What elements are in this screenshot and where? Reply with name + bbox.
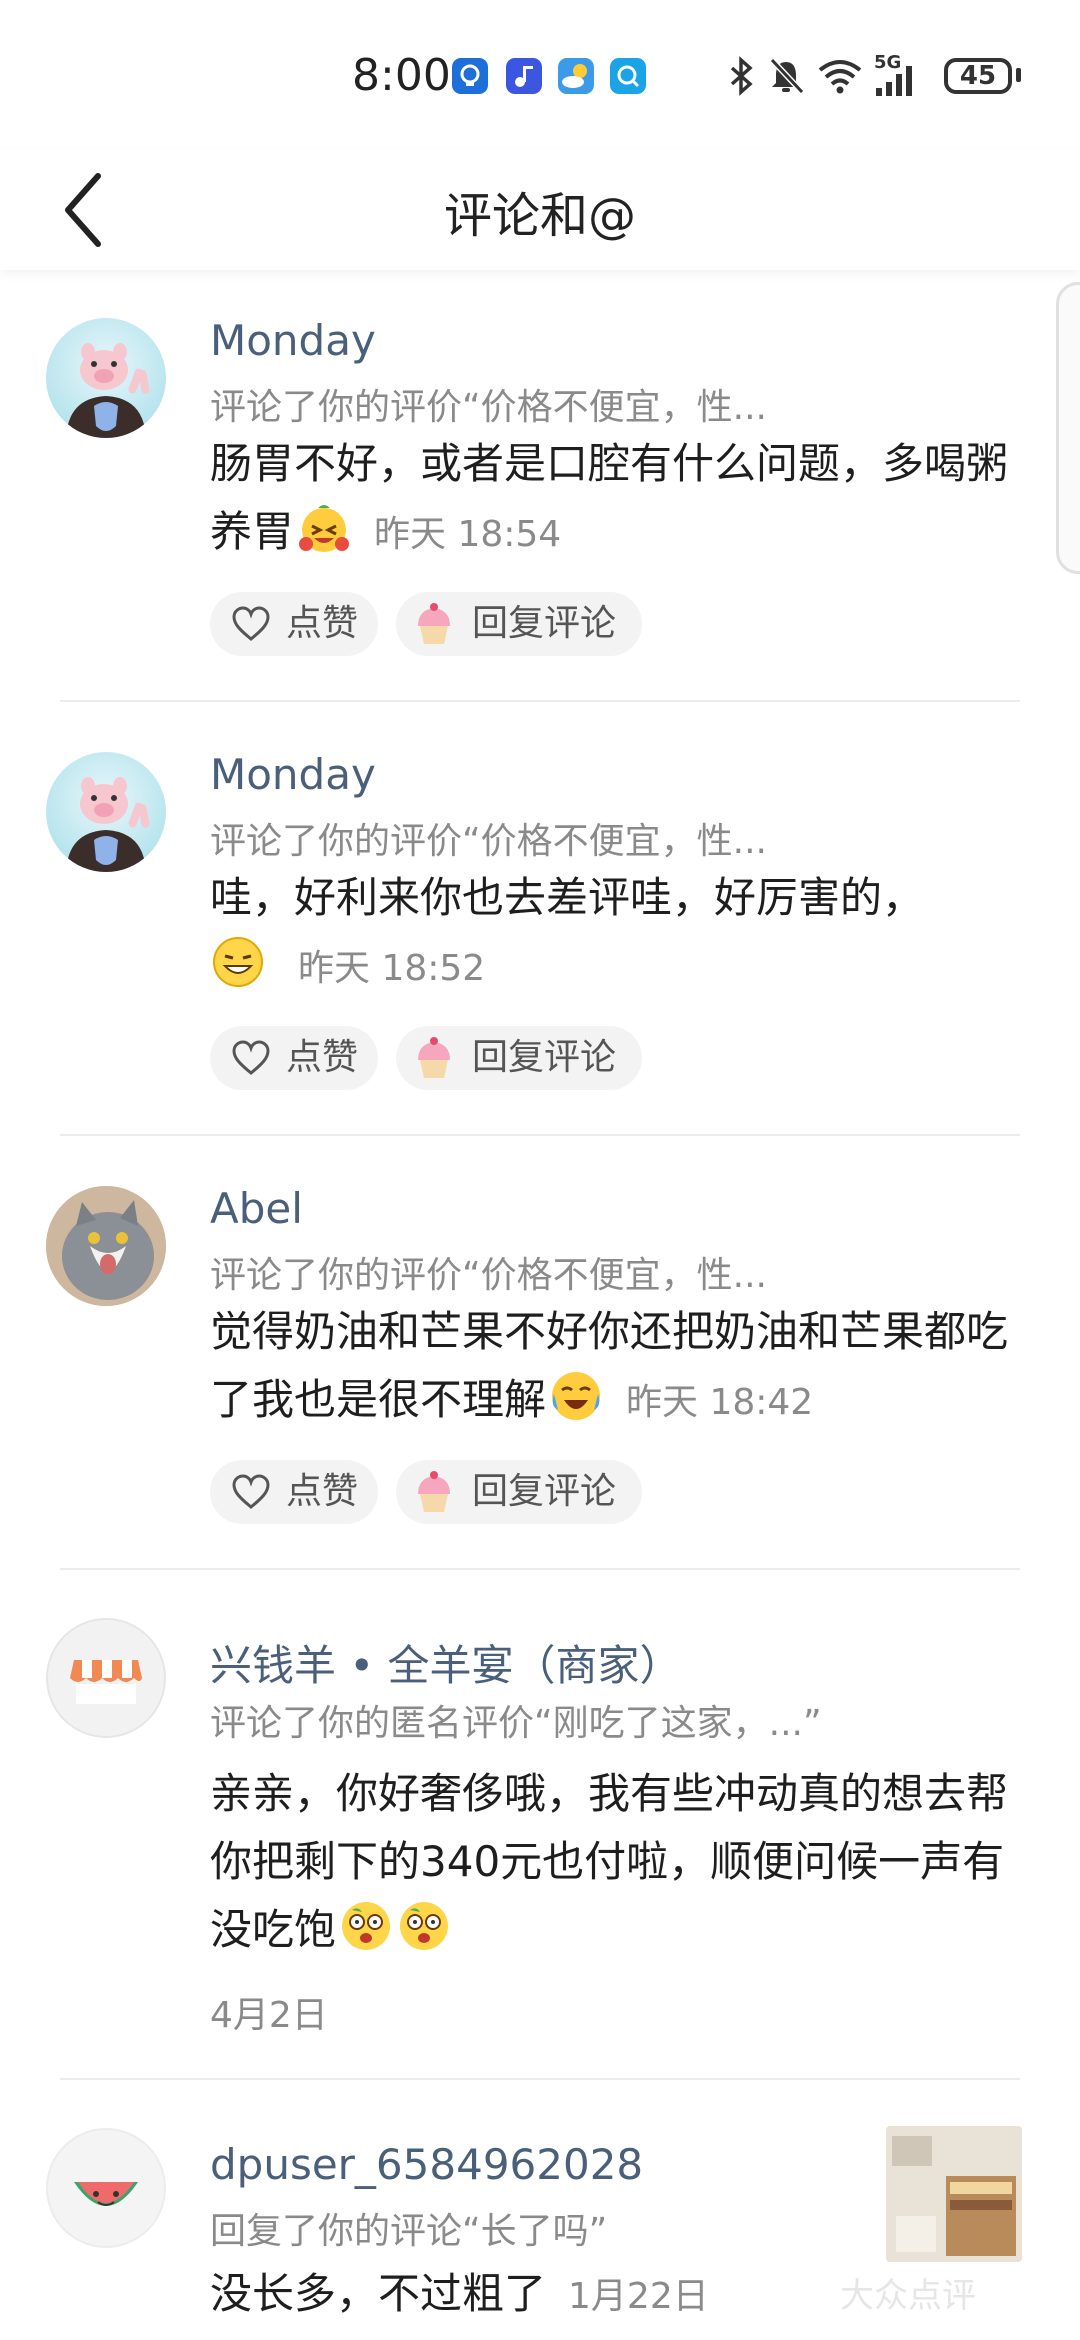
reply-button[interactable]: 回复评论	[396, 592, 642, 656]
divider	[60, 1568, 1020, 1570]
like-button[interactable]: 点赞	[210, 592, 378, 656]
author-name[interactable]: 兴钱羊 • 全羊宴（商家）	[210, 1632, 681, 1693]
signal-icon	[876, 66, 912, 96]
reply-label: 回复评论	[472, 603, 617, 644]
status-time: 8:00	[352, 50, 451, 101]
like-button[interactable]: 点赞	[210, 1460, 378, 1524]
comment-time: 昨天 18:54	[374, 514, 562, 555]
avatar[interactable]	[46, 1186, 166, 1306]
reply-label: 回复评论	[472, 1471, 617, 1512]
comment-text-block: 亲亲，你好奢侈哦，我有些冲动真的想去帮你把剩下的340元也付啦，顺便问候一声有没…	[210, 1760, 1030, 1964]
comment-time: 昨天 18:42	[626, 1382, 814, 1423]
wifi-icon	[818, 60, 862, 94]
shocked-emoji	[400, 1902, 449, 1950]
author-name[interactable]: Monday	[210, 750, 376, 799]
comment-text: 没长多，不过粗了	[210, 2269, 547, 2318]
avatar[interactable]	[46, 1618, 166, 1738]
like-label: 点赞	[286, 1471, 359, 1512]
watermark: 大众点评	[840, 2276, 976, 2316]
laughing-emoji	[299, 505, 350, 552]
bluetooth-icon	[730, 56, 753, 96]
comment-text: 觉得奶油和芒果不好你还把奶油和芒果都吃了我也是很不理解	[210, 1307, 1009, 1424]
crying-laugh-emoji	[552, 1372, 601, 1420]
avatar[interactable]	[46, 2128, 166, 2248]
review-thumbnail[interactable]	[886, 2126, 1022, 2262]
avatar[interactable]	[46, 752, 166, 872]
like-label: 点赞	[286, 1037, 359, 1078]
divider	[60, 1134, 1020, 1136]
comment-text-block: 肠胃不好，或者是口腔有什么问题，多喝粥养胃 昨天 18:54	[210, 430, 1030, 569]
author-name[interactable]: Abel	[210, 1184, 303, 1233]
store-icon	[70, 1660, 142, 1704]
heart-icon	[232, 606, 270, 641]
status-bar: 8:00 5G 45	[0, 0, 1080, 150]
divider	[60, 2078, 1020, 2080]
reply-label: 回复评论	[472, 1037, 617, 1078]
scroll-indicator[interactable]	[1056, 282, 1080, 574]
top-bar: 评论和@	[0, 150, 1080, 270]
music-icon	[506, 58, 542, 94]
comment-text: 哇，好利来你也去差评哇，好厉害的，	[210, 873, 925, 922]
author-name[interactable]: Monday	[210, 316, 376, 365]
comment-time: 4月2日	[210, 1995, 328, 2036]
search-app-icon	[610, 58, 646, 94]
comment-context[interactable]: 评论了你的评价“价格不便宜，性...	[210, 1246, 767, 1298]
comment-context[interactable]: 评论了你的匿名评价“刚吃了这家，...”	[210, 1694, 822, 1746]
like-button[interactable]: 点赞	[210, 1026, 378, 1090]
mute-icon	[769, 57, 805, 95]
comment-time: 昨天 18:52	[298, 948, 486, 989]
app-notify-icon	[452, 58, 488, 94]
page-title: 评论和@	[443, 188, 636, 244]
watermelon-icon	[74, 2182, 138, 2206]
avatar[interactable]	[46, 318, 166, 438]
comment-context[interactable]: 评论了你的评价“价格不便宜，性...	[210, 812, 767, 864]
divider	[60, 700, 1020, 702]
heart-icon	[232, 1040, 270, 1075]
weather-icon	[558, 58, 594, 94]
cupcake-icon	[418, 603, 450, 644]
reply-button[interactable]: 回复评论	[396, 1460, 642, 1524]
comment-text-block: 哇，好利来你也去差评哇，好厉害的， 昨天 18:52	[210, 864, 1030, 1003]
comment-context[interactable]: 评论了你的评价“价格不便宜，性...	[210, 378, 767, 430]
battery-tip	[1016, 68, 1021, 82]
cupcake-icon	[418, 1471, 450, 1512]
author-name[interactable]: dpuser_6584962028	[210, 2140, 643, 2189]
like-label: 点赞	[286, 603, 359, 644]
comment-time: 1月22日	[568, 2276, 709, 2317]
cupcake-icon	[418, 1037, 450, 1078]
reply-button[interactable]: 回复评论	[396, 1026, 642, 1090]
battery-icon: 45	[944, 58, 1012, 94]
shocked-emoji	[342, 1902, 391, 1950]
comment-text: 亲亲，你好奢侈哦，我有些冲动真的想去帮你把剩下的340元也付啦，顺便问候一声有没…	[210, 1769, 1009, 1954]
heart-icon	[232, 1474, 270, 1509]
comment-text-block: 觉得奶油和芒果不好你还把奶油和芒果都吃了我也是很不理解 昨天 18:42	[210, 1298, 1030, 1437]
comment-context[interactable]: 回复了你的评论“长了吗”	[210, 2202, 607, 2254]
grin-emoji	[213, 937, 263, 987]
